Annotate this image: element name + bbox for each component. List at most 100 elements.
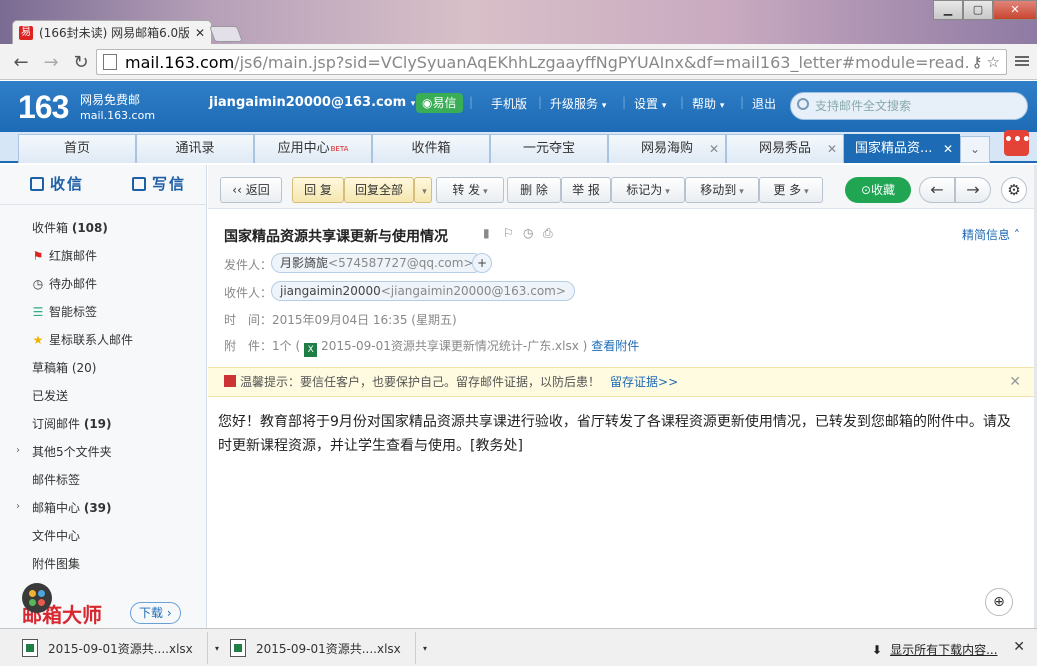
back-arrow-icon[interactable]: ←: [10, 52, 32, 73]
receive-button[interactable]: 收信: [30, 173, 84, 194]
user-account[interactable]: jiangaimin20000@163.com ▾: [209, 95, 415, 110]
close-icon[interactable]: ✕: [1009, 368, 1021, 396]
favicon-icon: 易: [19, 25, 33, 40]
bookmark-star-icon[interactable]: ☆: [987, 53, 1000, 71]
logo[interactable]: 163: [18, 89, 69, 126]
print-icon[interactable]: ⎙: [543, 226, 553, 241]
folder-flagged[interactable]: ⚑ 红旗邮件: [32, 247, 97, 264]
folder-smart-tags[interactable]: ☰ 智能标签: [32, 303, 97, 320]
folder-star-contacts[interactable]: ★ 星标联系人邮件: [32, 331, 133, 348]
tab-haigou[interactable]: 网易海购 ✕: [608, 134, 726, 163]
compose-button[interactable]: 写信: [132, 173, 186, 194]
flag-icon[interactable]: ⚐: [503, 226, 514, 240]
help-link[interactable]: 帮助 ▾: [692, 95, 724, 112]
tab-xiupin[interactable]: 网易秀品 ✕: [726, 134, 844, 163]
minimize-button[interactable]: ▁: [933, 0, 963, 20]
folder-todo[interactable]: ◷ 待办邮件: [32, 275, 97, 292]
upgrade-link[interactable]: 升级服务 ▾: [550, 95, 606, 112]
reply-all-button[interactable]: 回复全部: [344, 177, 414, 203]
report-button[interactable]: 举 报: [561, 177, 611, 203]
download-promo-button[interactable]: 下载 ›: [130, 602, 181, 624]
edit-icon: [132, 177, 146, 191]
forward-arrow-icon[interactable]: →: [40, 52, 62, 73]
window-controls: ▁ ▢ ✕: [933, 0, 1037, 20]
next-mail-arrow-icon[interactable]: →: [955, 177, 991, 203]
tab-home[interactable]: 首页: [18, 134, 136, 163]
reply-dropdown-icon[interactable]: ▾: [414, 177, 432, 203]
sender-chip[interactable]: 月影旖旎<574587727@qq.com>: [271, 253, 483, 273]
mail-body: 您好！教育部将于9月份对国家精品资源共享课进行验收，省厅转发了各课程资源更新使用…: [218, 414, 1011, 454]
address-bar[interactable]: mail.163.com/js6/main.jsp?sid=VClySyuanA…: [96, 49, 1007, 75]
gear-icon[interactable]: ⚙: [1001, 177, 1027, 203]
download-icon: [30, 177, 44, 191]
yixin-icon: ◉: [422, 96, 433, 110]
download-item[interactable]: 2015-09-01资源共....xlsx ▾: [12, 632, 219, 664]
zoom-icon[interactable]: ⊕: [985, 588, 1013, 616]
new-tab-button[interactable]: [209, 26, 243, 42]
browser-menu-icon[interactable]: [1015, 54, 1029, 68]
folder-other[interactable]: 其他5个文件夹: [32, 443, 112, 460]
tab-app-center[interactable]: 应用中心BETA: [254, 134, 372, 163]
yixin-button[interactable]: ◉易信: [416, 93, 463, 113]
expand-chevron-icon[interactable]: ›: [16, 501, 20, 512]
file-icon: [230, 639, 246, 657]
star-icon: ★: [32, 333, 44, 347]
mobile-link[interactable]: 手机版: [491, 95, 527, 112]
show-all-downloads-link[interactable]: ⬇ 显示所有下载内容...: [872, 641, 998, 658]
logout-link[interactable]: 退出: [752, 95, 776, 112]
close-shelf-icon[interactable]: ✕: [1013, 639, 1025, 655]
mail-time: 时 间：2015年09月04日 16:35 (星期五): [224, 313, 457, 327]
tab-current-mail[interactable]: 国家精品资... ✕: [844, 134, 960, 163]
more-menu-button[interactable]: •••: [1004, 130, 1031, 156]
recipient-chip[interactable]: jiangaimin20000<jiangaimin20000@163.com>: [271, 281, 575, 301]
folder-sent[interactable]: 已发送: [32, 387, 68, 404]
folder-mail-center[interactable]: 邮箱中心 (39): [32, 499, 112, 516]
key-icon[interactable]: ⚷: [972, 53, 983, 71]
add-contact-icon[interactable]: +: [472, 253, 493, 273]
mail-search-input[interactable]: 支持邮件全文搜索: [790, 92, 1028, 120]
simple-info-link[interactable]: 精简信息 ˄: [962, 226, 1020, 243]
maximize-button[interactable]: ▢: [963, 0, 993, 20]
attachment-filename: 2015-09-01资源共享课更新情况统计-广东.xlsx: [321, 339, 579, 353]
bookmark-icon[interactable]: ▮: [483, 226, 490, 240]
folder-file-center[interactable]: 文件中心: [32, 527, 80, 544]
file-icon: [22, 639, 38, 657]
folder-inbox[interactable]: 收件箱 (108): [32, 219, 108, 236]
save-evidence-link[interactable]: 留存证据>>: [610, 375, 678, 389]
mark-as-button[interactable]: 标记为 ▾: [611, 177, 685, 203]
collect-icon: ⊙: [860, 183, 872, 197]
tab-close-icon: ✕: [942, 142, 953, 156]
tab-close-icon[interactable]: ✕: [195, 26, 205, 40]
expand-chevron-icon[interactable]: ›: [16, 445, 20, 456]
tab-inbox[interactable]: 收件箱: [372, 134, 490, 163]
collect-button[interactable]: ⊙收藏: [845, 177, 911, 203]
tab-dropdown-chevron-icon[interactable]: ⌄: [960, 136, 990, 163]
window-close-button[interactable]: ✕: [993, 0, 1037, 20]
reply-button[interactable]: 回 复: [292, 177, 344, 203]
delete-button[interactable]: 删 除: [507, 177, 561, 203]
download-shelf: 2015-09-01资源共....xlsx ▾ 2015-09-01资源共....…: [0, 628, 1037, 666]
back-button[interactable]: ‹‹ 返回: [220, 177, 282, 203]
folder-drafts[interactable]: 草稿箱 (20): [32, 359, 96, 376]
folder-attachments[interactable]: 附件图集: [32, 555, 80, 572]
browser-toolbar: ← → ↻ mail.163.com/js6/main.jsp?sid=VCly…: [0, 44, 1037, 80]
download-item[interactable]: 2015-09-01资源共....xlsx ▾: [220, 632, 427, 664]
more-button[interactable]: 更 多 ▾: [759, 177, 823, 203]
settings-link[interactable]: 设置 ▾: [634, 95, 666, 112]
red-flag-icon: ⚑: [32, 249, 44, 263]
folder-mail-tags[interactable]: 邮件标签: [32, 471, 80, 488]
browser-tab[interactable]: 易 (166封未读) 网易邮箱6.0版 ✕: [12, 20, 212, 44]
reload-icon[interactable]: ↻: [70, 52, 92, 73]
apps-launcher-icon[interactable]: [22, 583, 52, 613]
forward-button[interactable]: 转 发 ▾: [436, 177, 504, 203]
tab-yiyuan[interactable]: 一元夺宝: [490, 134, 608, 163]
browser-tab-title: (166封未读) 网易邮箱6.0版: [39, 26, 189, 40]
prev-mail-arrow-icon[interactable]: ←: [919, 177, 955, 203]
folder-subscriptions[interactable]: 订阅邮件 (19): [32, 415, 112, 432]
clock-icon[interactable]: ◷: [523, 226, 533, 240]
move-to-button[interactable]: 移动到 ▾: [685, 177, 759, 203]
browser-titlebar: 易 (166封未读) 网易邮箱6.0版 ✕ ▁ ▢ ✕: [0, 0, 1037, 44]
tab-contacts[interactable]: 通讯录: [136, 134, 254, 163]
from-label: 发件人：: [224, 258, 273, 272]
view-attachment-link[interactable]: 查看附件: [591, 339, 639, 353]
